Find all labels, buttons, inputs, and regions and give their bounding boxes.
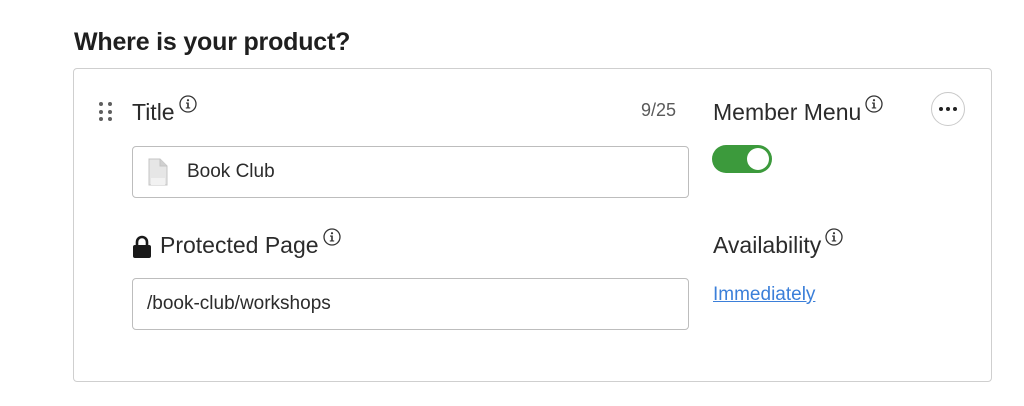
title-label: Title [132, 99, 175, 125]
toggle-knob [747, 148, 769, 170]
lock-icon [133, 235, 151, 258]
drag-handle-icon[interactable] [99, 102, 113, 122]
member-menu-label: Member Menu [713, 99, 862, 125]
title-label-row: Title [132, 95, 197, 126]
title-character-counter: 9/25 [641, 100, 677, 120]
protected-page-label-row: Protected Page [132, 228, 341, 259]
title-input-value: Book Club [187, 161, 275, 182]
info-icon[interactable] [865, 95, 883, 113]
info-icon[interactable] [825, 228, 843, 246]
document-icon [148, 158, 168, 186]
protected-page-value: /book-club/workshops [147, 293, 331, 314]
page: Where is your product? Title 9/25 Book C… [0, 0, 1024, 406]
title-input[interactable]: Book Club [132, 146, 689, 198]
member-menu-label-row: Member Menu [713, 95, 883, 126]
info-icon[interactable] [178, 95, 197, 113]
info-icon[interactable] [322, 228, 341, 246]
more-options-button[interactable] [931, 92, 965, 126]
protected-page-label: Protected Page [160, 232, 319, 258]
availability-label: Availability [713, 232, 822, 258]
more-options-icon [939, 107, 943, 111]
member-menu-toggle[interactable] [712, 145, 772, 173]
protected-page-input[interactable]: /book-club/workshops [132, 278, 689, 330]
availability-link[interactable]: Immediately [713, 284, 815, 306]
availability-label-row: Availability [713, 228, 843, 259]
section-heading: Where is your product? [74, 28, 351, 56]
